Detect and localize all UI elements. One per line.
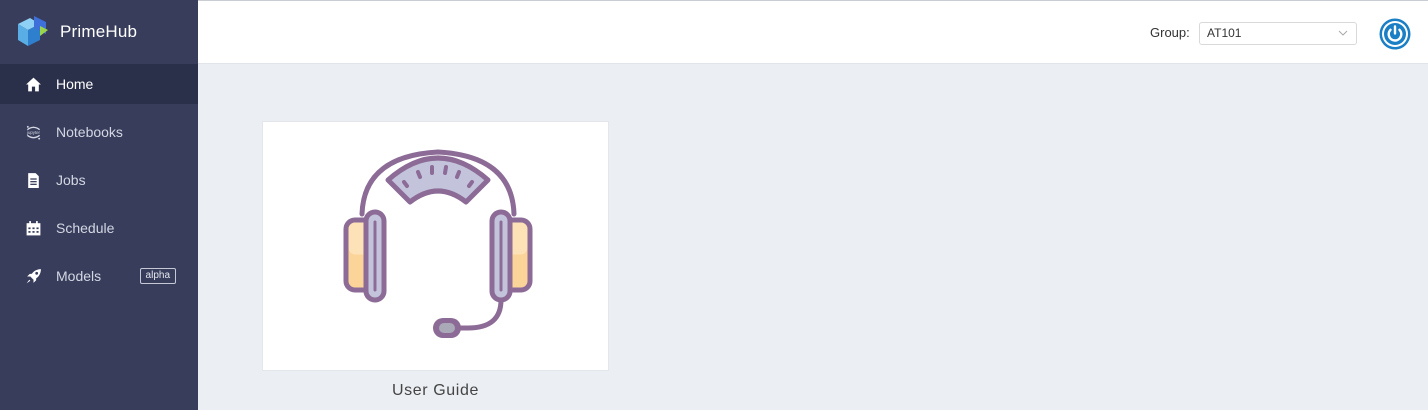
primehub-logo-icon: [18, 16, 48, 46]
jobs-icon: [24, 171, 42, 189]
sidebar-item-label: Jobs: [56, 172, 86, 188]
sidebar-item-label: Models: [56, 268, 102, 284]
alpha-badge: alpha: [139, 268, 176, 284]
sidebar-item-label: Home: [56, 76, 94, 92]
sidebar: PrimeHub Home jupyter Notebooks Jobs Sch…: [0, 0, 198, 410]
user-guide-card[interactable]: [262, 121, 609, 371]
group-label: Group:: [1150, 25, 1190, 40]
rocket-icon: [24, 267, 42, 285]
sidebar-item-home[interactable]: Home: [0, 64, 198, 104]
group-select-value: AT101: [1207, 26, 1242, 40]
sidebar-item-notebooks[interactable]: jupyter Notebooks: [0, 112, 198, 152]
home-icon: [24, 75, 42, 93]
sidebar-item-label: Schedule: [56, 220, 115, 236]
app-name: PrimeHub: [60, 22, 138, 41]
power-icon[interactable]: [1379, 18, 1411, 50]
calendar-icon: [24, 219, 42, 237]
header-bar: Group: AT101: [198, 0, 1428, 64]
headset-icon: [343, 149, 533, 338]
svg-text:jupyter: jupyter: [26, 130, 41, 135]
sidebar-item-jobs[interactable]: Jobs: [0, 160, 198, 200]
sidebar-item-schedule[interactable]: Schedule: [0, 208, 198, 248]
chevron-down-icon: [1338, 30, 1348, 36]
app-logo[interactable]: PrimeHub: [0, 0, 198, 64]
group-select[interactable]: AT101: [1199, 22, 1357, 45]
sidebar-item-models[interactable]: Models alpha: [0, 256, 198, 296]
user-guide-title[interactable]: User Guide: [262, 382, 609, 400]
sidebar-item-label: Notebooks: [56, 124, 123, 140]
jupyter-icon: jupyter: [24, 123, 42, 141]
